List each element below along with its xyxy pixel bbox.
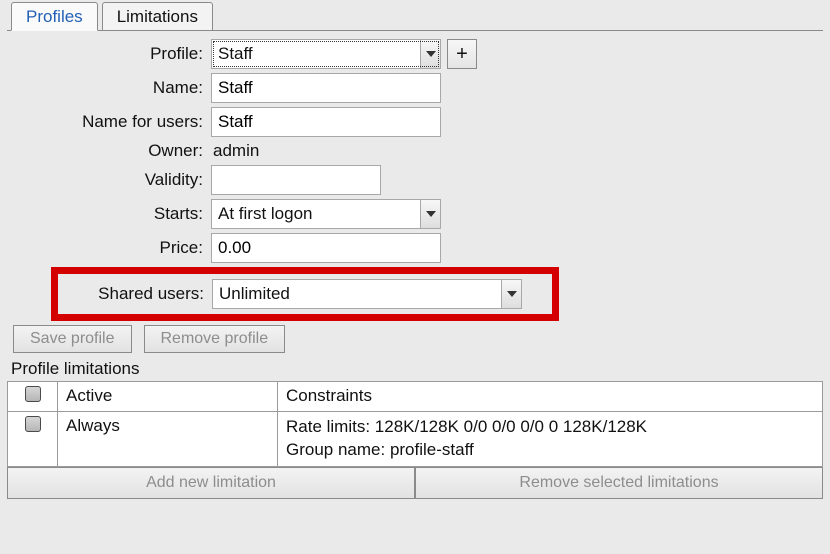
checkbox-icon: [25, 386, 41, 402]
owner-value: admin: [211, 141, 259, 161]
tab-underline: [7, 30, 823, 31]
row-select-cell[interactable]: [8, 412, 58, 467]
save-profile-button[interactable]: Save profile: [13, 325, 132, 353]
label-shared-users: Shared users:: [58, 284, 212, 304]
limitations-header-row: Active Constraints: [8, 382, 823, 412]
starts-select-value: At first logon: [218, 204, 313, 224]
row-constraints: Rate limits: 128K/128K 0/0 0/0 0/0 0 128…: [278, 412, 823, 467]
profile-actions: Save profile Remove profile: [13, 325, 823, 353]
add-limitation-button[interactable]: Add new limitation: [7, 467, 415, 499]
limitations-table: Active Constraints Always Rate limits: 1…: [7, 381, 823, 467]
form-area: Profile: Staff + Name: Name for users:: [7, 39, 823, 353]
profiles-panel: Profiles Limitations Profile: Staff + Na…: [0, 0, 830, 554]
label-owner: Owner:: [7, 141, 211, 161]
shared-users-highlight: Shared users: Unlimited: [51, 267, 559, 321]
price-input[interactable]: [211, 233, 441, 263]
constraints-line1: Rate limits: 128K/128K 0/0 0/0 0/0 0 128…: [286, 416, 814, 439]
validity-input[interactable]: [211, 165, 381, 195]
label-profile: Profile:: [7, 44, 211, 64]
label-name: Name:: [7, 78, 211, 98]
limitations-actions: Add new limitation Remove selected limit…: [7, 467, 823, 499]
add-profile-button[interactable]: +: [447, 39, 477, 69]
tab-bar: Profiles Limitations: [11, 2, 823, 30]
header-constraints: Constraints: [278, 382, 823, 412]
select-all-cell[interactable]: [8, 382, 58, 412]
tab-limitations[interactable]: Limitations: [102, 2, 213, 30]
starts-select[interactable]: At first logon: [211, 199, 441, 229]
constraints-line2: Group name: profile-staff: [286, 439, 814, 462]
label-name-for-users: Name for users:: [7, 112, 211, 132]
chevron-down-icon: [420, 200, 440, 228]
shared-users-value: Unlimited: [219, 284, 290, 304]
tab-profiles[interactable]: Profiles: [11, 2, 98, 31]
row-active: Always: [58, 412, 278, 467]
chevron-down-icon: [420, 40, 440, 68]
shared-users-select[interactable]: Unlimited: [212, 279, 522, 309]
header-active: Active: [58, 382, 278, 412]
chevron-down-icon: [501, 280, 521, 308]
profile-select[interactable]: Staff: [211, 39, 441, 69]
name-for-users-input[interactable]: [211, 107, 441, 137]
checkbox-icon: [25, 416, 41, 432]
label-starts: Starts:: [7, 204, 211, 224]
remove-limitation-button[interactable]: Remove selected limitations: [415, 467, 823, 499]
profile-select-value: Staff: [218, 44, 253, 64]
name-input[interactable]: [211, 73, 441, 103]
profile-limitations-title: Profile limitations: [11, 359, 823, 379]
remove-profile-button[interactable]: Remove profile: [144, 325, 286, 353]
label-price: Price:: [7, 238, 211, 258]
label-validity: Validity:: [7, 170, 211, 190]
limitations-row: Always Rate limits: 128K/128K 0/0 0/0 0/…: [8, 412, 823, 467]
